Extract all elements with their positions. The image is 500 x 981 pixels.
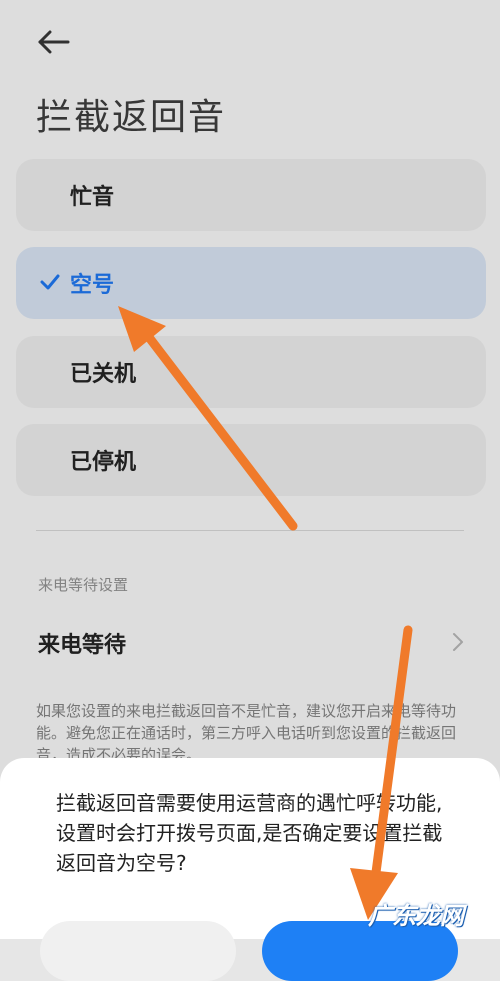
call-waiting-description: 如果您设置的来电拦截返回音不是忙音，建议您开启来电等待功能。避免您正在通话时，第… (36, 702, 457, 764)
option-label: 已关机 (70, 362, 137, 387)
section-label: 来电等待设置 (38, 576, 129, 594)
checkmark-icon (40, 274, 60, 290)
call-waiting-row[interactable]: 来电等待 (38, 627, 126, 659)
option-busy-tone[interactable]: 忙音 (16, 159, 486, 231)
option-label: 忙音 (70, 185, 115, 210)
cancel-button[interactable] (40, 921, 236, 981)
option-label: 已停机 (70, 450, 137, 475)
option-powered-off[interactable]: 已关机 (16, 336, 486, 408)
back-arrow-icon[interactable] (38, 30, 70, 54)
option-empty-number[interactable]: 空号 (16, 247, 486, 319)
chevron-right-icon[interactable] (451, 632, 465, 652)
watermark-logo: 广东龙网 (368, 902, 464, 930)
page-title: 拦截返回音 (36, 97, 227, 138)
dialog-message: 拦截返回音需要使用运营商的遇忙呼转功能,设置时会打开拨号页面,是否确定要设置拦截… (56, 791, 443, 875)
option-suspended[interactable]: 已停机 (16, 424, 486, 496)
option-label: 空号 (70, 273, 115, 298)
divider (36, 530, 464, 531)
